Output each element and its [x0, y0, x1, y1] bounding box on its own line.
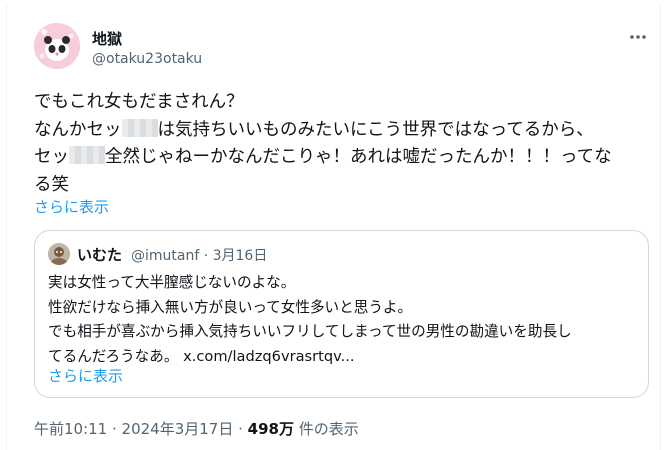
tweet-line: は気持ちいいものみたいにこう世界ではなってるから、 — [157, 119, 594, 140]
quote-show-more-link[interactable]: さらに表示 — [48, 365, 123, 386]
tweet-line: る笑 — [34, 174, 69, 195]
quote-line: 実は女性って大半膣感じないのよな。 — [48, 274, 296, 291]
tweet-line: 全然じゃねーかなんだこりゃ！あれは嘘だったんか！！！ってな — [105, 147, 612, 167]
quote-author-avatar — [48, 243, 70, 265]
censor-blur — [69, 146, 105, 164]
quote-author-name: いむた — [77, 246, 123, 264]
view-count-label: 件の表示 — [293, 420, 359, 438]
quote-line: でも相手が喜ぶから挿入気持ちいいフリしてしまって世の男性の勘違いを助長し — [48, 323, 572, 340]
tweet-line: でもこれ女もだまされん？ — [34, 92, 244, 112]
tweet-line: なんかセッ — [34, 119, 122, 140]
tweet-timestamp[interactable]: 午前10:11 · 2024年3月17日 · — [34, 420, 248, 438]
tweet-footer: 午前10:11 · 2024年3月17日 · 498万 件の表示 — [34, 418, 359, 439]
author-avatar[interactable] — [34, 23, 80, 69]
quote-text: 実は女性って大半膣感じないのよな。 性欲だけなら挿入無い方が良いって女性多いと思… — [48, 271, 638, 369]
quote-line: てるんだろうなあ。 — [48, 347, 184, 365]
avatar-icon — [48, 243, 70, 265]
more-dots-icon — [630, 35, 646, 39]
more-options-button[interactable] — [624, 26, 652, 48]
tweet-card: 地獄 @otaku23otaku でもこれ女もだまされん？ なんかセッ は気持ちい… — [6, 4, 661, 450]
tweet-line: セッ — [34, 147, 69, 167]
censor-blur — [121, 118, 158, 137]
quoted-tweet[interactable]: いむた @imutanf · 3月16日 実は女性って大半膣感じないのよな。 性… — [34, 230, 649, 398]
quote-author-meta: @imutanf · 3月16日 — [131, 248, 268, 264]
tweet-text: でもこれ女もだまされん？ なんかセッ は気持ちいいものみたいにこう世界ではなってる… — [34, 89, 644, 199]
tweet-show-more-link[interactable]: さらに表示 — [34, 196, 109, 217]
quote-url-link[interactable]: x.com/ladzq6vrasrtqv... — [183, 348, 354, 365]
author-display-name[interactable]: 地獄 — [92, 28, 122, 49]
quote-line: 性欲だけなら挿入無い方が良いって女性多いと思うよ。 — [48, 298, 413, 316]
view-count: 498万 — [247, 420, 294, 438]
avatar-icon — [34, 23, 80, 69]
author-handle[interactable]: @otaku23otaku — [92, 51, 202, 67]
